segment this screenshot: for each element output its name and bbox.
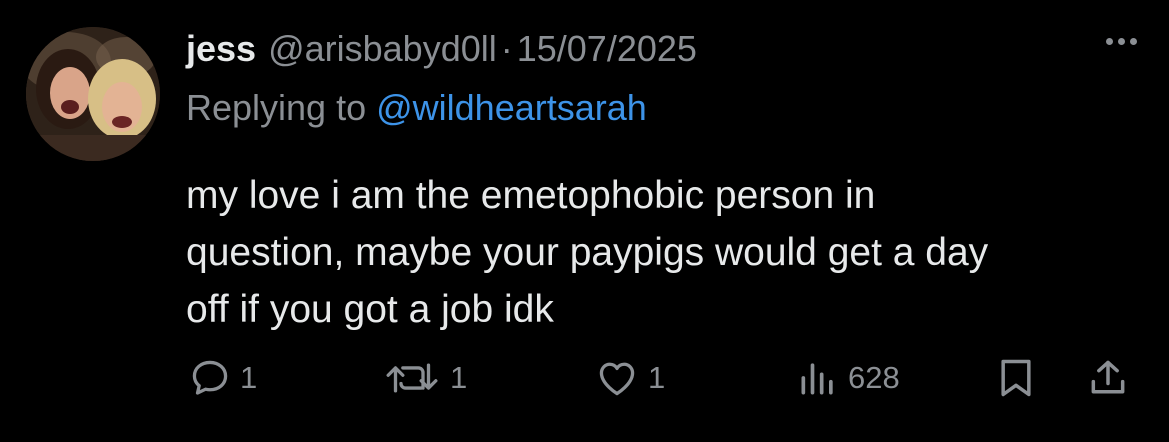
like-count: 1 (648, 360, 666, 395)
bookmark-icon (1001, 359, 1031, 397)
heart-icon (599, 362, 635, 396)
view-count: 628 (848, 360, 900, 395)
replying-to: Replying to @wildheartsarah (186, 85, 647, 131)
reply-button[interactable]: 1 (188, 350, 257, 406)
reply-to-handle-link[interactable]: @wildheartsarah (376, 87, 647, 128)
author-handle[interactable]: @arisbabyd0ll (268, 26, 497, 72)
tweet-actions: 1 1 1 628 (0, 350, 1169, 406)
reply-count: 1 (240, 360, 258, 395)
bookmark-button[interactable] (996, 350, 1036, 406)
avatar[interactable] (26, 27, 160, 161)
tweet-header: jess @arisbabyd0ll · 15/07/2025 (186, 26, 697, 72)
avatar-photo (26, 27, 160, 161)
tweet-text-line: off if you got a job idk (186, 288, 554, 331)
reply-bubble-icon (192, 360, 228, 395)
tweet-text-line: question, maybe your paypigs would get a… (186, 231, 989, 274)
author-name[interactable]: jess (186, 26, 256, 72)
bar-chart-icon (801, 363, 833, 395)
tweet-text: my love i am the emetophobic person in q… (186, 167, 1136, 338)
header-separator: · (500, 28, 513, 69)
tweet-date[interactable]: 15/07/2025 (517, 26, 697, 72)
repost-icon (386, 363, 438, 393)
tweet[interactable]: jess @arisbabyd0ll · 15/07/2025 Replying… (0, 0, 1169, 442)
replying-to-label: Replying to (186, 87, 367, 128)
repost-button[interactable]: 1 (382, 350, 467, 406)
repost-count: 1 (450, 360, 468, 395)
more-dots-icon[interactable] (1106, 38, 1137, 45)
tweet-text-line: my love i am the emetophobic person in (186, 174, 876, 217)
like-button[interactable]: 1 (594, 350, 665, 406)
share-button[interactable] (1086, 350, 1130, 406)
views-button[interactable]: 628 (796, 350, 900, 406)
share-icon (1091, 360, 1125, 394)
